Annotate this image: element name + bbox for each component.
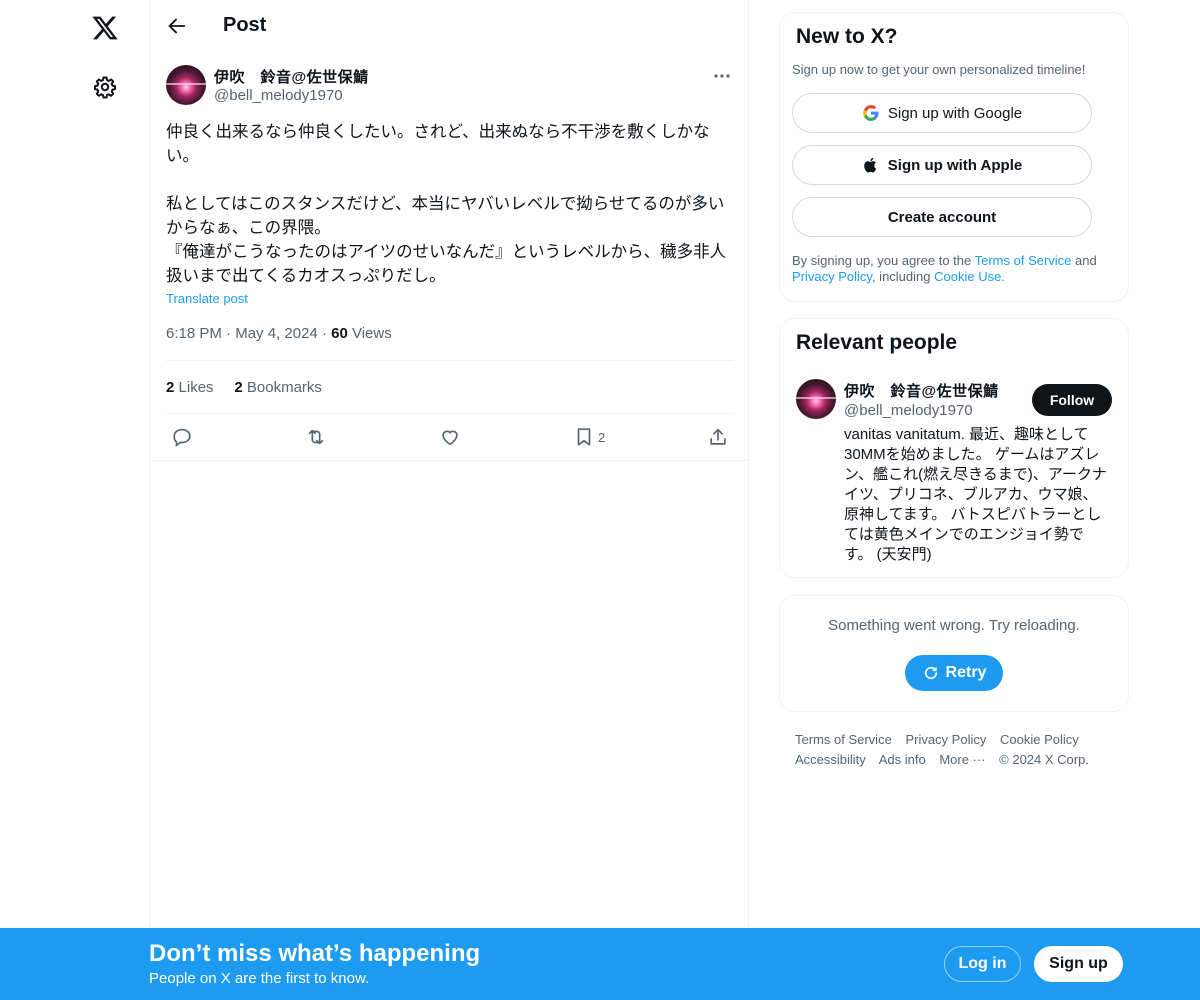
more-icon[interactable] <box>712 66 732 86</box>
avatar[interactable] <box>796 379 836 419</box>
bottom-bar-title: Don’t miss what’s happening <box>149 940 481 967</box>
google-icon <box>863 105 879 121</box>
post-paragraph: 『俺達がこうなったのはアイツのせいなんだ』というレベルから、穢多非人扱いまで出て… <box>166 243 727 285</box>
footer-links: Terms of Service Privacy Policy Cookie P… <box>795 730 1115 770</box>
bottom-bar-subtitle: People on X are the first to know. <box>149 970 370 987</box>
signup-google-button[interactable]: Sign up with Google <box>792 93 1092 133</box>
heart-icon[interactable] <box>439 426 461 448</box>
legal-including: , including <box>871 269 935 284</box>
bookmarks-stat[interactable]: 2 Bookmarks <box>234 379 322 396</box>
footer-link-more[interactable]: More ··· <box>939 752 985 767</box>
signup-title: New to X? <box>796 25 898 48</box>
post-paragraph: 私としてはこのスタンスだけど、本当にヤバいレベルで拗らせてるのが多いからなぁ、こ… <box>166 195 725 237</box>
footer-copyright: © 2024 X Corp. <box>999 752 1089 767</box>
create-account-label: Create account <box>887 208 997 226</box>
retry-button[interactable]: Retry <box>905 655 1003 691</box>
bookmark-icon[interactable] <box>573 426 595 448</box>
translate-post-link[interactable]: Translate post <box>166 291 248 306</box>
signup-google-label: Sign up with Google <box>887 104 1023 122</box>
legal-and: and <box>1071 253 1097 268</box>
avatar[interactable] <box>166 65 206 105</box>
signup-button[interactable]: Sign up <box>1034 946 1123 982</box>
post-date[interactable]: May 4, 2024 <box>235 325 318 342</box>
likes-label: Likes <box>178 379 214 396</box>
retry-label: Retry <box>945 664 987 681</box>
page-title: Post <box>223 14 267 36</box>
bookmarks-count: 2 <box>234 379 243 396</box>
signup-apple-label: Sign up with Apple <box>887 156 1023 174</box>
author-handle[interactable]: @bell_melody1970 <box>214 87 343 104</box>
relevant-user-name[interactable]: 伊吹 鈴音@佐世保鯖 <box>844 380 999 401</box>
post-text: 仲良く出来るなら仲良くしたい。されど、出来ぬなら不干渉を敷くしかない。 私として… <box>166 120 734 288</box>
likes-count: 2 <box>166 379 175 396</box>
relevant-title: Relevant people <box>796 331 958 354</box>
post-time[interactable]: 6:18 PM <box>166 325 222 342</box>
footer-link-ads[interactable]: Ads info <box>879 752 926 767</box>
divider <box>166 360 734 361</box>
error-card: Something went wrong. Try reloading. Ret… <box>779 595 1129 712</box>
post-column: Post 伊吹 鈴音@佐世保鯖 @bell_melody1970 仲良く出来るな… <box>149 0 750 1000</box>
left-nav <box>0 0 150 1000</box>
post-stats: 2 Likes 2 Bookmarks <box>166 379 322 396</box>
cookie-link[interactable]: Cookie Use. <box>934 269 1005 284</box>
relevant-people-card: Relevant people 伊吹 鈴音@佐世保鯖 @bell_melody1… <box>779 318 1129 578</box>
bottom-signup-bar: Don’t miss what’s happening People on X … <box>0 928 1200 1000</box>
legal-prefix: By signing up, you agree to the <box>792 253 975 268</box>
refresh-icon <box>924 666 937 680</box>
footer-link-cookie[interactable]: Cookie Policy <box>1000 732 1079 747</box>
footer-link-privacy[interactable]: Privacy Policy <box>905 732 986 747</box>
views-count: 60 <box>331 325 348 342</box>
views-label: Views <box>351 325 392 342</box>
error-message: Something went wrong. Try reloading. <box>828 617 1080 634</box>
repost-icon[interactable] <box>305 426 327 448</box>
post-actions: 2 <box>150 413 750 461</box>
footer-link-terms[interactable]: Terms of Service <box>795 732 892 747</box>
reply-icon[interactable] <box>171 426 193 448</box>
bookmark-count: 2 <box>598 430 606 445</box>
apple-icon <box>863 157 876 173</box>
author-name[interactable]: 伊吹 鈴音@佐世保鯖 <box>214 66 369 87</box>
share-icon[interactable] <box>707 426 729 448</box>
arrow-left-icon[interactable] <box>166 15 188 37</box>
signup-legal-text: By signing up, you agree to the Terms of… <box>792 253 1122 285</box>
gear-icon[interactable] <box>93 75 117 99</box>
signup-apple-button[interactable]: Sign up with Apple <box>792 145 1092 185</box>
post-meta: 6:18 PM · May 4, 2024 · 60 Views <box>166 325 392 342</box>
bookmarks-label: Bookmarks <box>246 379 322 396</box>
post-header: Post <box>150 0 750 54</box>
footer-link-accessibility[interactable]: Accessibility <box>795 752 866 767</box>
post-paragraph: 仲良く出来るなら仲良くしたい。されど、出来ぬなら不干渉を敷くしかない。 <box>166 123 710 165</box>
relevant-user-bio: vanitas vanitatum. 最近、趣味として30MMを始めました。 ゲ… <box>844 426 1107 563</box>
signup-card: New to X? Sign up now to get your own pe… <box>779 12 1129 302</box>
signup-subtitle: Sign up now to get your own personalized… <box>792 62 1086 77</box>
follow-button[interactable]: Follow <box>1032 384 1112 416</box>
privacy-link[interactable]: Privacy Policy <box>792 269 872 284</box>
create-account-button[interactable]: Create account <box>792 197 1092 237</box>
relevant-user-handle[interactable]: @bell_melody1970 <box>844 402 973 419</box>
likes-stat[interactable]: 2 Likes <box>166 379 214 396</box>
x-logo-icon[interactable] <box>91 14 119 42</box>
terms-link[interactable]: Terms of Service <box>975 253 1072 268</box>
login-button[interactable]: Log in <box>944 946 1021 982</box>
